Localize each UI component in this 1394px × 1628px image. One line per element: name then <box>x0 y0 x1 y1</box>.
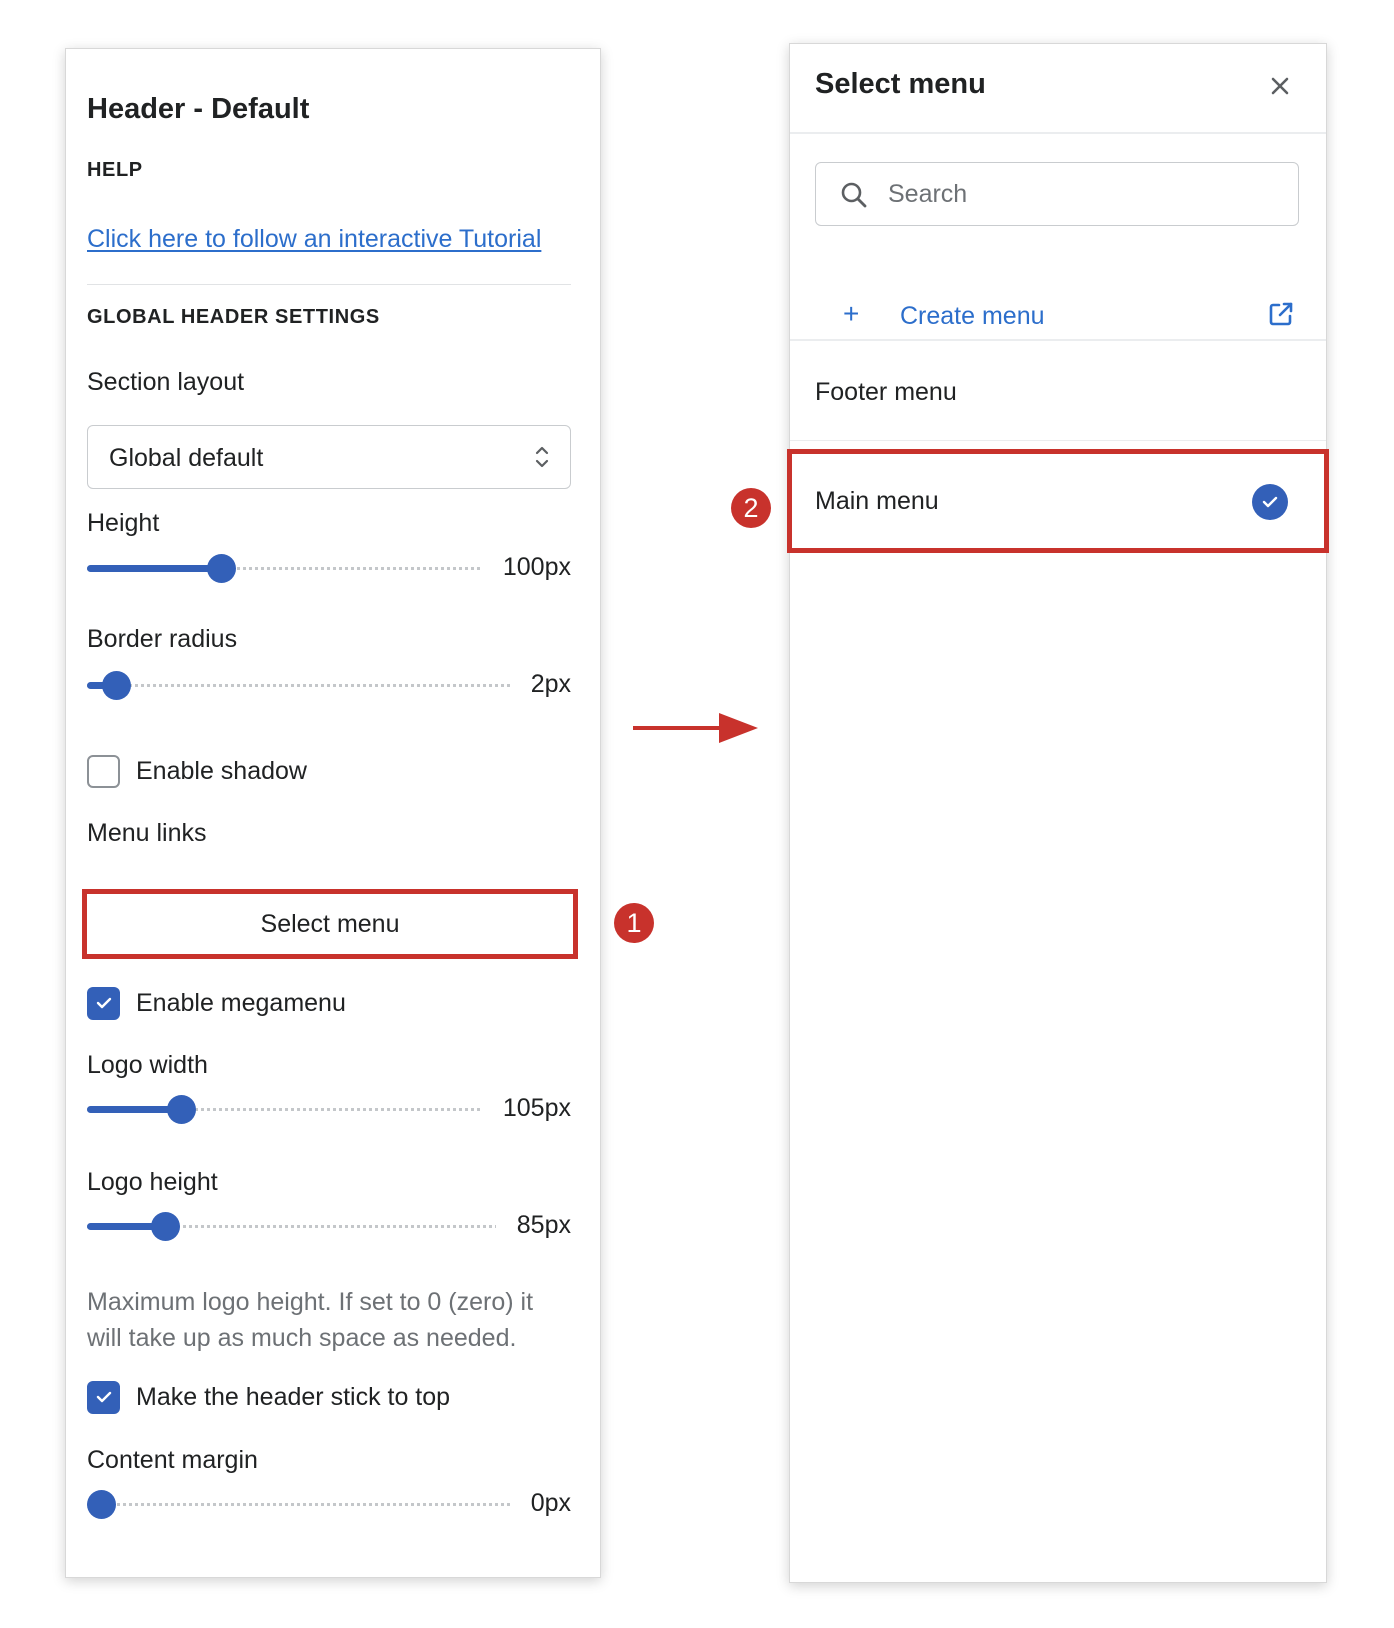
step-1-badge: 1 <box>614 903 654 943</box>
create-menu-label: Create menu <box>900 302 1045 330</box>
help-heading: HELP <box>87 159 143 181</box>
height-value: 100px <box>502 553 571 581</box>
select-menu-button[interactable]: Select menu <box>82 889 578 959</box>
search-icon <box>841 182 867 208</box>
enable-shadow-checkbox[interactable] <box>87 754 120 788</box>
slider-thumb[interactable] <box>207 554 236 583</box>
divider <box>790 339 1326 341</box>
logo-height-help-text: Maximum logo height. If set to 0 (zero) … <box>87 1288 534 1352</box>
border-radius-value: 2px <box>530 670 571 698</box>
menu-option-main[interactable]: Main menu <box>787 449 1329 553</box>
logo-width-value: 105px <box>502 1094 571 1122</box>
search-box[interactable] <box>815 162 1299 226</box>
divider <box>87 284 571 285</box>
logo-width-slider[interactable]: 105px <box>87 1094 571 1124</box>
logo-height-slider[interactable]: 85px <box>87 1211 571 1241</box>
checkmark-icon <box>96 1391 111 1403</box>
selected-check-icon <box>1252 484 1288 520</box>
tutorial-link[interactable]: Click here to follow an interactive Tuto… <box>87 225 541 254</box>
slider-fill <box>87 565 221 572</box>
external-link-icon[interactable] <box>1267 300 1295 328</box>
menu-option-footer[interactable]: Footer menu <box>815 378 957 407</box>
logo-height-label: Logo height <box>87 1168 218 1196</box>
section-layout-label: Section layout <box>87 368 245 396</box>
height-label: Height <box>87 509 160 537</box>
sticky-header-row[interactable]: Make the header stick to top <box>87 1380 450 1414</box>
checkmark-icon <box>96 997 111 1009</box>
sticky-header-label: Make the header stick to top <box>136 1382 451 1411</box>
section-layout-select[interactable]: Global default <box>87 425 571 489</box>
content-margin-label: Content margin <box>87 1446 258 1474</box>
plus-icon: + <box>843 298 860 329</box>
border-radius-slider[interactable]: 2px <box>87 670 571 700</box>
close-icon[interactable] <box>1268 74 1292 98</box>
arrow-right-icon <box>633 713 758 743</box>
divider <box>790 132 1326 134</box>
enable-megamenu-checkbox[interactable] <box>87 986 120 1020</box>
select-menu-button-label: Select menu <box>260 909 400 938</box>
content-margin-value: 0px <box>530 1489 571 1517</box>
border-radius-label: Border radius <box>87 625 238 653</box>
sticky-header-checkbox[interactable] <box>87 1380 120 1414</box>
section-layout-value: Global default <box>109 444 264 472</box>
enable-shadow-row[interactable]: Enable shadow <box>87 754 307 788</box>
slider-thumb[interactable] <box>87 1490 116 1519</box>
global-header-heading: GLOBAL HEADER SETTINGS <box>87 306 380 328</box>
slider-thumb[interactable] <box>167 1095 196 1124</box>
slider-track <box>87 684 511 687</box>
height-slider[interactable]: 100px <box>87 553 571 583</box>
create-menu-link[interactable]: + Create menu <box>815 296 1299 336</box>
search-input[interactable] <box>888 165 1288 223</box>
slider-track <box>87 1503 511 1506</box>
slider-thumb[interactable] <box>102 671 131 700</box>
select-arrows-icon <box>535 446 549 468</box>
divider <box>790 440 1326 441</box>
enable-megamenu-label: Enable megamenu <box>136 988 346 1017</box>
step-2-badge: 2 <box>731 488 771 528</box>
enable-megamenu-row[interactable]: Enable megamenu <box>87 986 346 1020</box>
slider-thumb[interactable] <box>151 1212 180 1241</box>
content-margin-slider[interactable]: 0px <box>87 1489 571 1519</box>
panel-title: Header - Default <box>87 93 310 125</box>
header-settings-panel: Header - Default HELP Click here to foll… <box>65 48 601 1578</box>
logo-width-label: Logo width <box>87 1051 208 1079</box>
menu-option-main-label: Main menu <box>815 487 939 515</box>
enable-shadow-label: Enable shadow <box>136 756 307 785</box>
modal-title: Select menu <box>815 68 986 100</box>
logo-height-value: 85px <box>516 1211 571 1239</box>
menu-links-label: Menu links <box>87 819 207 847</box>
select-menu-modal: Select menu + Create menu Footer menu Ma… <box>787 43 1329 1583</box>
